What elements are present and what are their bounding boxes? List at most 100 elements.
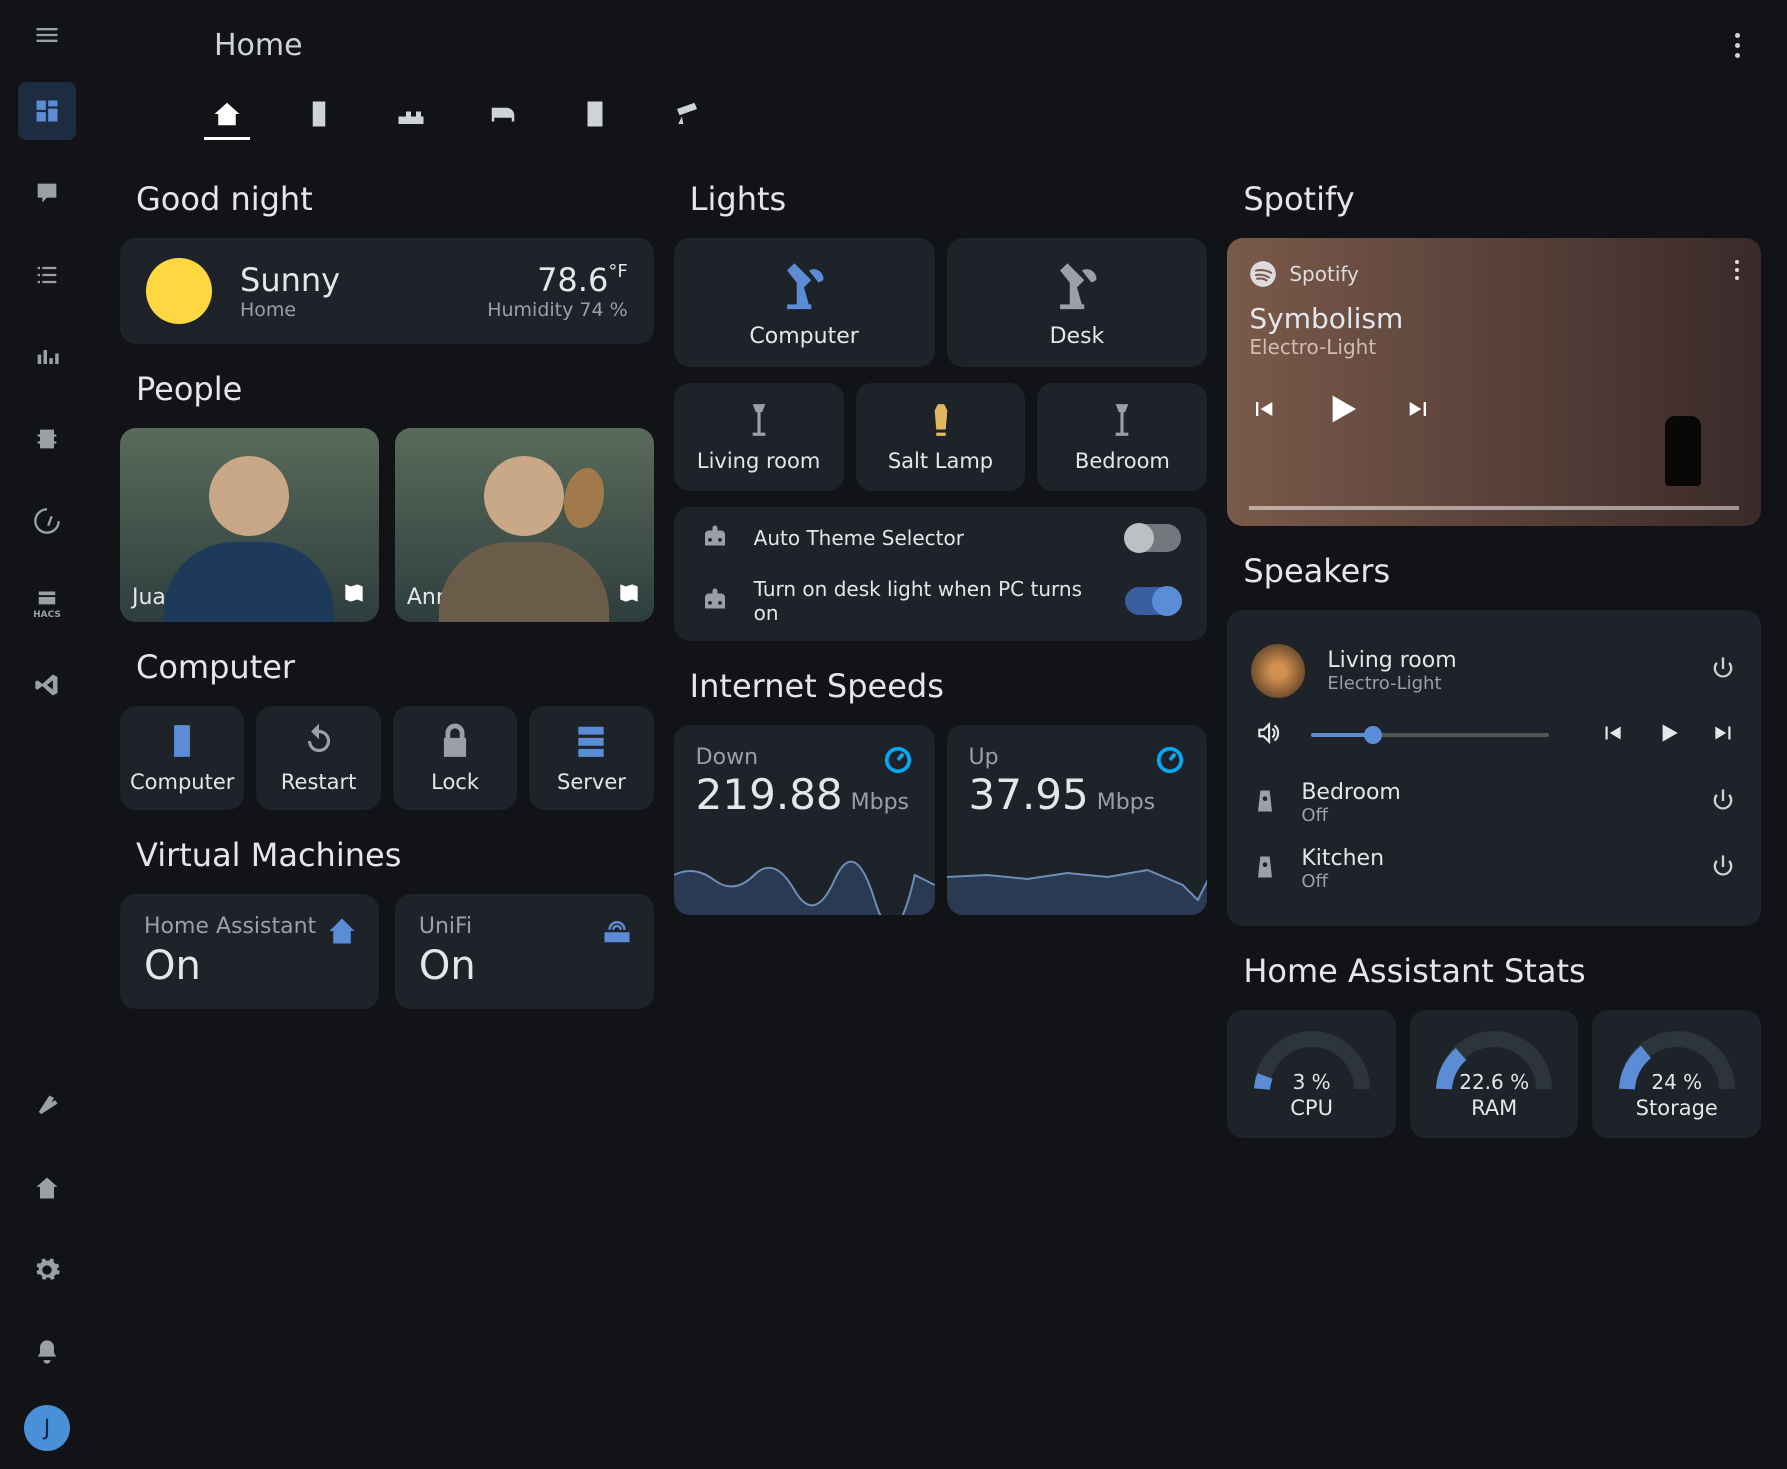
nav-dev-tools[interactable] (18, 1077, 76, 1135)
lock-button[interactable]: Lock (393, 706, 517, 810)
person-card-juan[interactable]: Juan (120, 428, 379, 622)
play-button[interactable] (1321, 389, 1361, 433)
nav-settings[interactable] (18, 1241, 76, 1299)
user-avatar[interactable]: J (24, 1405, 70, 1451)
stat-ram[interactable]: 22.6 % RAM (1410, 1010, 1579, 1138)
floor-lamp-icon (740, 401, 778, 439)
weather-condition: Sunny (240, 261, 340, 299)
robot-icon (700, 523, 730, 553)
nav-studio-code[interactable] (18, 656, 76, 714)
nav-developer[interactable] (18, 410, 76, 468)
page-title: Home (214, 28, 303, 63)
restart-button[interactable]: Restart (256, 706, 380, 810)
stat-cpu[interactable]: 3 % CPU (1227, 1010, 1396, 1138)
spotify-icon (1249, 260, 1277, 288)
volume-icon[interactable] (1255, 720, 1281, 750)
light-label: Salt Lamp (888, 449, 993, 473)
vm-name: Home Assistant (144, 914, 355, 939)
nav-map-marker[interactable] (18, 164, 76, 222)
tab-living-room[interactable] (388, 90, 434, 140)
power-button[interactable] (1709, 853, 1737, 885)
play-button[interactable] (1655, 720, 1681, 750)
restart-icon (300, 722, 338, 760)
speed-up-card[interactable]: Up 37.95Mbps (947, 725, 1208, 915)
greeting-heading: Good night (136, 180, 654, 218)
spotify-artist: Electro-Light (1249, 335, 1739, 359)
spotify-heading: Spotify (1243, 180, 1761, 218)
automation-toggle[interactable] (1125, 587, 1181, 615)
floor-lamp-icon (1103, 401, 1141, 439)
speaker-living-room[interactable]: Living room Electro-Light (1251, 634, 1737, 708)
light-desk[interactable]: Desk (947, 238, 1208, 367)
speaker-name: Kitchen (1301, 846, 1384, 871)
stat-value: 3 % (1293, 1070, 1331, 1094)
automation-toggle[interactable] (1125, 524, 1181, 552)
lights-heading: Lights (690, 180, 1208, 218)
next-track-button[interactable] (1711, 720, 1737, 750)
spotify-track: Symbolism (1249, 302, 1739, 335)
home-assistant-icon (327, 916, 357, 950)
power-button[interactable] (1709, 655, 1737, 687)
computer-button[interactable]: Computer (120, 706, 244, 810)
nav-history[interactable] (18, 328, 76, 386)
header-menu-button[interactable] (1717, 25, 1757, 65)
previous-track-button[interactable] (1249, 395, 1277, 427)
nav-notifications[interactable] (18, 1323, 76, 1381)
speed-down-card[interactable]: Down 219.88Mbps (674, 725, 935, 915)
tab-server[interactable] (296, 90, 342, 140)
speaker-bedroom[interactable]: Bedroom Off (1251, 770, 1737, 836)
automation-label: Auto Theme Selector (754, 526, 1102, 550)
speeds-heading: Internet Speeds (690, 667, 1208, 705)
sparkline (674, 855, 935, 915)
spotify-card[interactable]: Spotify Symbolism Electro-Light (1227, 238, 1761, 526)
volume-slider[interactable] (1311, 733, 1549, 737)
speaker-icon (1251, 853, 1279, 885)
automation-row-desklight[interactable]: Turn on desk light when PC turns on (700, 577, 1182, 625)
speaker-sub: Off (1301, 805, 1401, 826)
stat-value: 24 % (1651, 1070, 1702, 1094)
weather-humidity: Humidity 74 % (487, 299, 627, 321)
light-bedroom[interactable]: Bedroom (1037, 383, 1207, 491)
automation-row-theme[interactable]: Auto Theme Selector (700, 523, 1182, 553)
avatar-initial: J (44, 1416, 51, 1441)
nav-logbook[interactable] (18, 246, 76, 304)
weather-sunny-icon (146, 258, 212, 324)
router-icon (602, 916, 632, 950)
robot-icon (700, 586, 730, 616)
speed-value: 219.88 (696, 770, 843, 819)
hacs-label: HACS (33, 610, 61, 620)
button-label: Computer (130, 770, 234, 794)
spotify-menu-button[interactable] (1735, 260, 1739, 280)
desk-lamp-icon (1048, 256, 1106, 314)
map-icon (616, 580, 642, 610)
nav-dashboard[interactable] (18, 82, 76, 140)
next-track-button[interactable] (1405, 395, 1433, 427)
nav-hacs[interactable]: HACS (18, 574, 76, 632)
light-living-room[interactable]: Living room (674, 383, 844, 491)
tab-kitchen[interactable] (572, 90, 618, 140)
light-label: Bedroom (1075, 449, 1170, 473)
speaker-kitchen[interactable]: Kitchen Off (1251, 836, 1737, 902)
nav-supervisor[interactable] (18, 1159, 76, 1217)
speakers-heading: Speakers (1243, 552, 1761, 590)
light-computer[interactable]: Computer (674, 238, 935, 367)
stat-name: RAM (1471, 1096, 1517, 1120)
nav-energy[interactable] (18, 492, 76, 550)
speaker-sub: Electro-Light (1327, 673, 1456, 694)
spotify-progress-bar[interactable] (1249, 506, 1739, 510)
tab-security[interactable] (664, 90, 710, 140)
person-card-ann[interactable]: Ann (395, 428, 654, 622)
sidebar-menu-button[interactable] (24, 12, 70, 58)
server-button[interactable]: Server (529, 706, 653, 810)
power-button[interactable] (1709, 787, 1737, 819)
tab-home[interactable] (204, 90, 250, 140)
previous-track-button[interactable] (1599, 720, 1625, 750)
light-salt-lamp[interactable]: Salt Lamp (856, 383, 1026, 491)
weather-card[interactable]: Sunny Home 78.6°F Humidity 74 % (120, 238, 654, 344)
vm-card-unifi[interactable]: UniFi On (395, 894, 654, 1009)
stat-storage[interactable]: 24 % Storage (1592, 1010, 1761, 1138)
weather-location: Home (240, 299, 340, 321)
tab-bedroom[interactable] (480, 90, 526, 140)
button-label: Server (557, 770, 626, 794)
vm-card-home-assistant[interactable]: Home Assistant On (120, 894, 379, 1009)
